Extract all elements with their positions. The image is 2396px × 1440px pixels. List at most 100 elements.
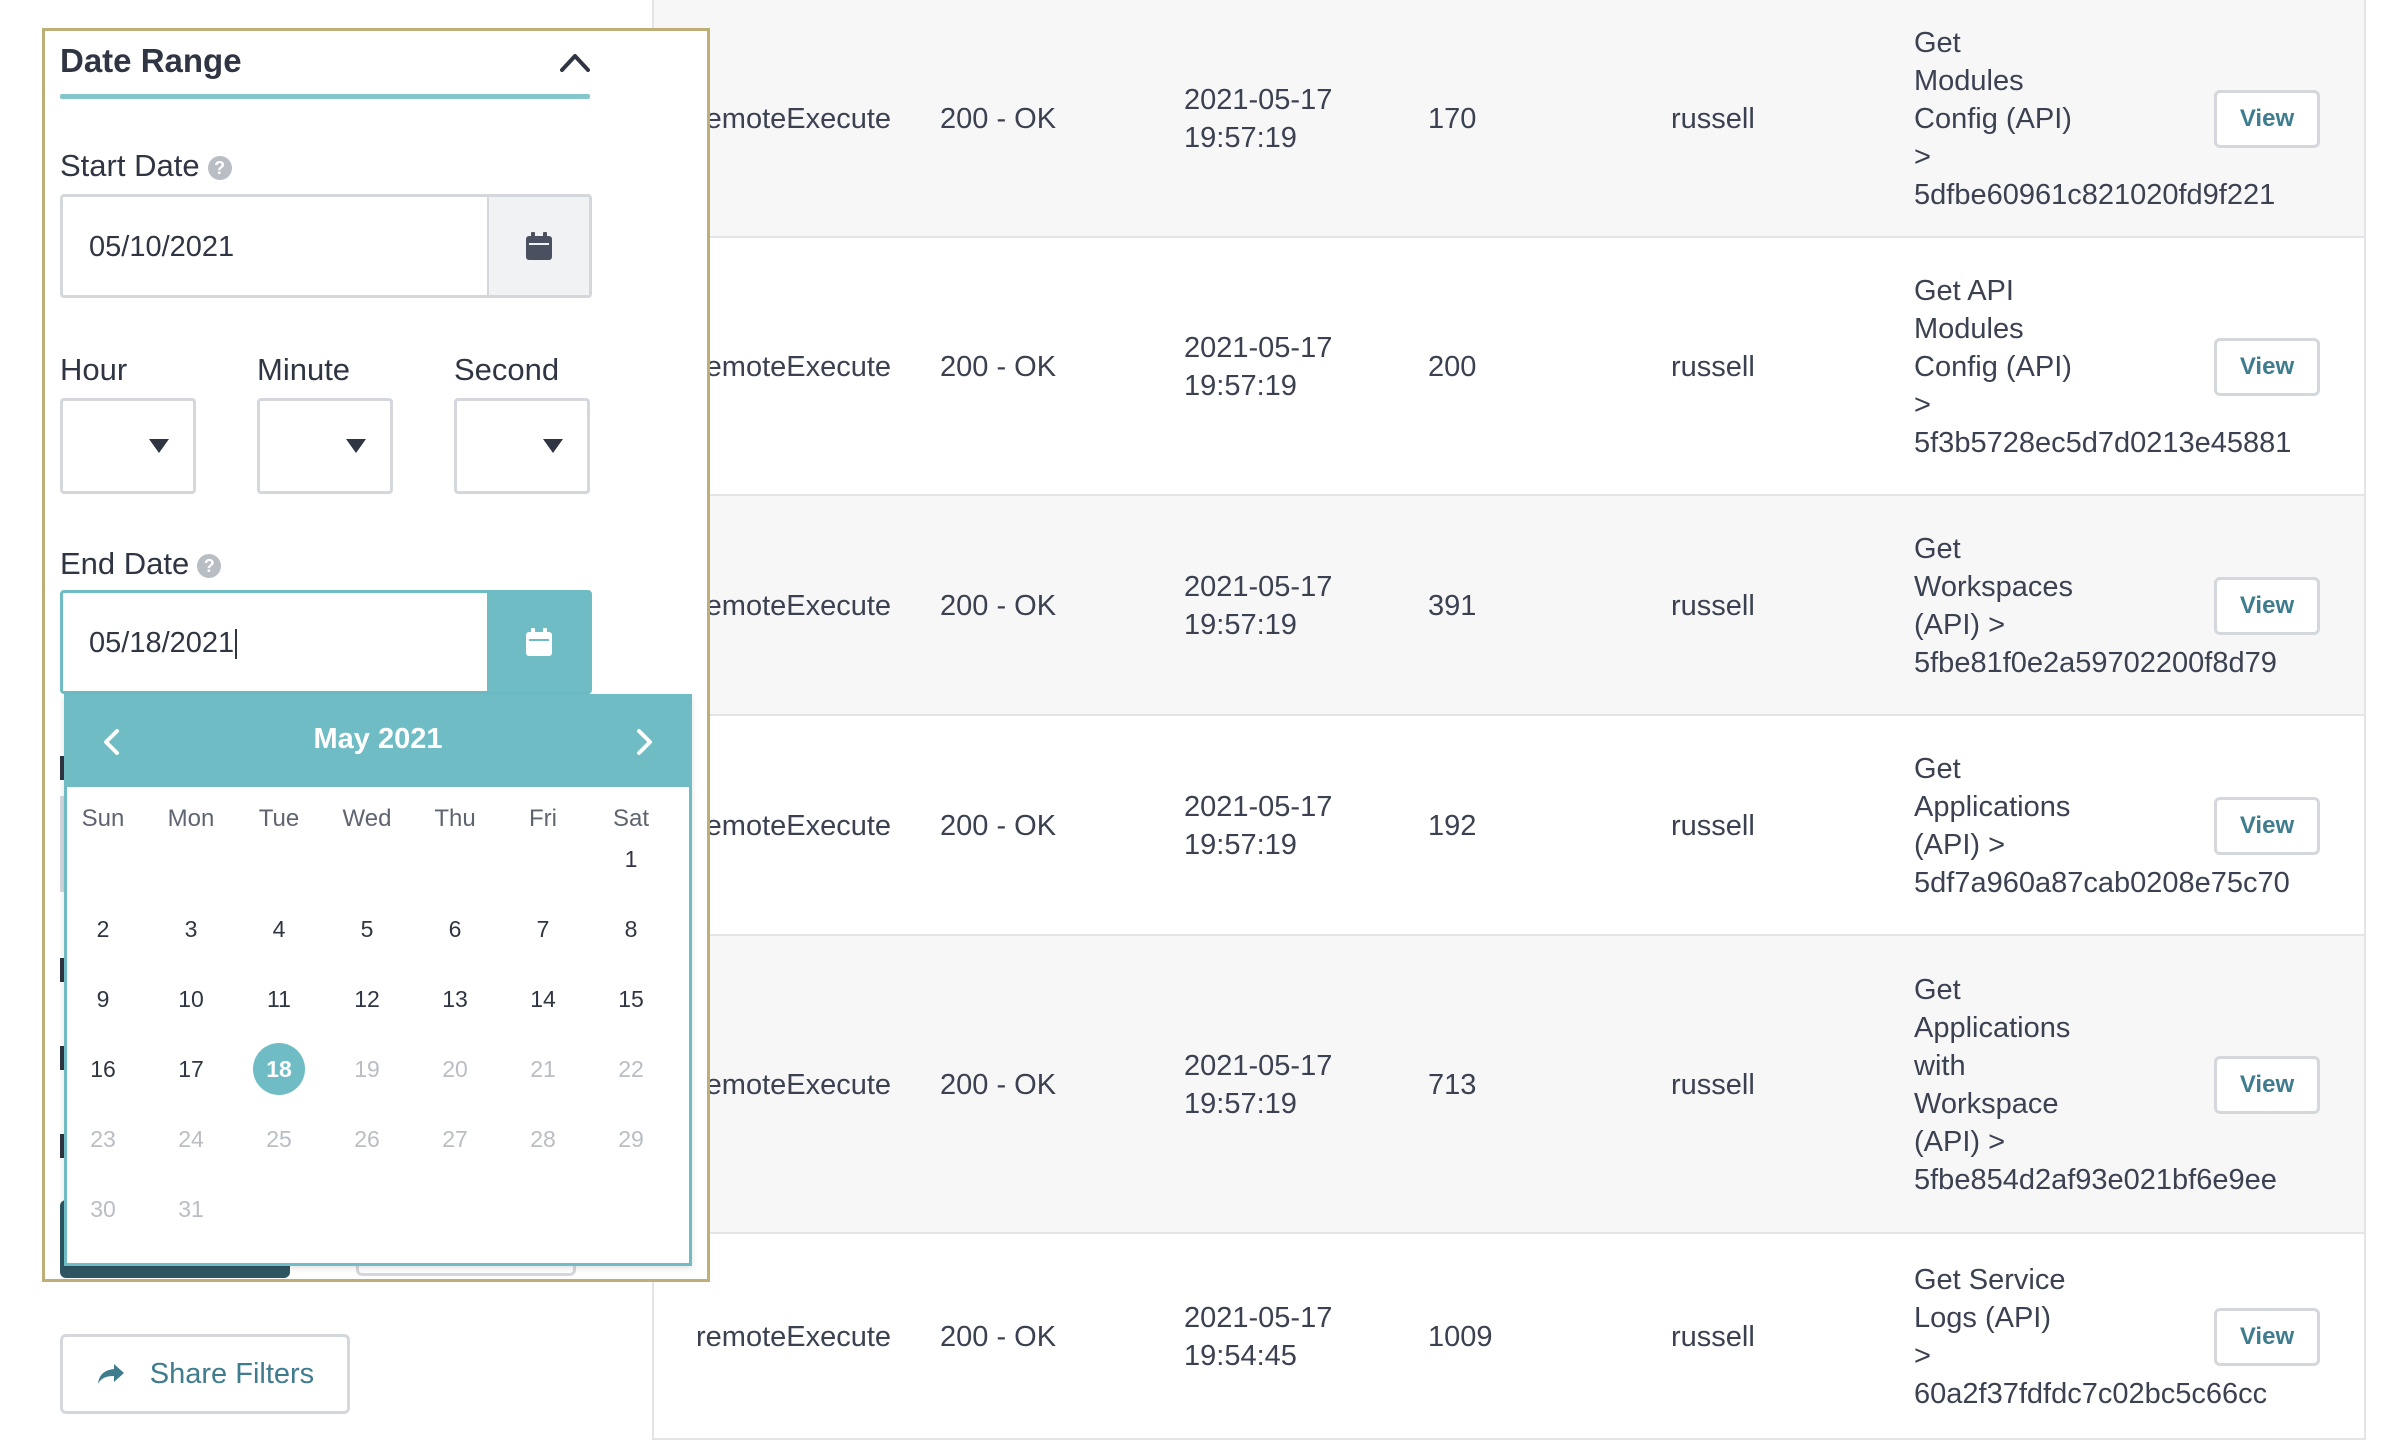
user-cell: russell (1671, 1321, 1755, 1353)
weekday-label: Sat (612, 805, 650, 832)
function-cell: remoteExecute (696, 103, 892, 135)
time-text: 19:57:19 (1184, 370, 1297, 402)
calendar-day-selected[interactable]: 18 (253, 1043, 305, 1095)
description-line: Get (1914, 533, 1961, 565)
end-date-label-text: End Date (60, 546, 190, 581)
calendar-day[interactable]: 10 (165, 973, 217, 1025)
calendar-day: 29 (618, 1126, 644, 1152)
calendar-day[interactable]: 6 (429, 903, 481, 955)
table-row: remoteExecute 200 - OK 2021-05-17 19:57:19 7… (654, 936, 2364, 1234)
time-text: 19:57:19 (1184, 609, 1297, 641)
second-select[interactable] (454, 398, 590, 494)
caret-down-icon (149, 439, 169, 453)
calendar-day: 27 (442, 1126, 468, 1152)
second-label: Second (454, 352, 560, 387)
status-cell: 200 - OK (940, 103, 1057, 135)
function-cell: remoteExecute (696, 1069, 892, 1101)
view-button[interactable]: View (2214, 797, 2320, 855)
date-text: 2021-05-17 (1184, 332, 1333, 364)
status-cell: 200 - OK (940, 810, 1057, 842)
view-button[interactable]: View (2214, 577, 2320, 635)
datetime-cell: 2021-05-17 19:57:19 (1184, 568, 1332, 644)
description-line: 5f3b5728ec5d7d0213e45881 (1914, 427, 2292, 459)
start-date-label-text: Start Date (60, 148, 200, 183)
hour-label: Hour (60, 352, 128, 387)
function-cell: remoteExecute (696, 351, 892, 383)
calendar-day[interactable]: 1 (605, 833, 657, 885)
time-text: 19:57:19 (1184, 1088, 1297, 1120)
end-date-text: 05/18/2021 (89, 627, 235, 659)
start-date-value[interactable]: 05/10/2021 (89, 231, 234, 264)
hour-select[interactable] (60, 398, 196, 494)
end-date-value[interactable]: 05/18/2021 (89, 627, 238, 660)
share-filters-button[interactable]: Share Filters (60, 1334, 350, 1414)
date-text: 2021-05-17 (1184, 571, 1333, 603)
date-text: 2021-05-17 (1184, 791, 1333, 823)
table-row: remoteExecute 200 - OK 2021-05-17 19:57:19 3… (654, 496, 2364, 716)
calendar-day: 31 (178, 1196, 204, 1222)
duration-cell: 192 (1428, 810, 1477, 842)
calendar-day: 25 (266, 1126, 292, 1152)
calendar-day[interactable]: 2 (77, 903, 129, 955)
description-line: Get (1914, 27, 1961, 59)
description-line: 5df7a960a87cab0208e75c70 (1914, 867, 2290, 899)
end-date-calendar-button[interactable] (487, 593, 589, 691)
status-cell: 200 - OK (940, 1069, 1057, 1101)
calendar-day[interactable]: 11 (253, 973, 305, 1025)
calendar-day[interactable]: 16 (77, 1043, 129, 1095)
description-line: 60a2f37fdfdc7c02bc5c66cc (1914, 1378, 2268, 1410)
calendar-day[interactable]: 9 (77, 973, 129, 1025)
caret-down-icon (346, 439, 366, 453)
calendar-day[interactable]: 14 (517, 973, 569, 1025)
calendar-day[interactable]: 12 (341, 973, 393, 1025)
view-button[interactable]: View (2214, 90, 2320, 148)
view-button[interactable]: View (2214, 338, 2320, 396)
date-text: 2021-05-17 (1184, 1050, 1333, 1082)
chevron-up-icon[interactable] (558, 50, 592, 74)
calendar-day[interactable]: 4 (253, 903, 305, 955)
calendar-day: 30 (90, 1196, 116, 1222)
calendar-day: 28 (530, 1126, 556, 1152)
table-row: remoteExecute 200 - OK 2021-05-17 19:57:19 2… (654, 238, 2364, 496)
chevron-right-icon[interactable] (629, 727, 659, 757)
calendar-day[interactable]: 8 (605, 903, 657, 955)
end-date-field[interactable]: 05/18/2021 (60, 590, 592, 694)
time-text: 19:57:19 (1184, 829, 1297, 861)
datetime-cell: 2021-05-17 19:57:19 (1184, 329, 1332, 405)
calendar-day: 19 (354, 1056, 380, 1082)
date-text: 2021-05-17 (1184, 1302, 1333, 1334)
minute-label: Minute (257, 352, 351, 387)
calendar-month-label[interactable]: May 2021 (67, 723, 689, 756)
date-text: 2021-05-17 (1184, 84, 1333, 116)
minute-select[interactable] (257, 398, 393, 494)
help-icon[interactable]: ? (207, 155, 232, 180)
duration-cell: 713 (1428, 1069, 1477, 1101)
help-icon[interactable]: ? (197, 553, 222, 578)
description-line: Applications (1914, 1012, 2071, 1044)
calendar-day[interactable]: 15 (605, 973, 657, 1025)
date-range-title[interactable]: Date Range (60, 42, 242, 80)
function-cell: remoteExecute (696, 1321, 892, 1353)
view-button[interactable]: View (2214, 1056, 2320, 1114)
table-row: remoteExecute 200 - OK 2021-05-17 19:57:19 1… (654, 716, 2364, 936)
start-date-field[interactable]: 05/10/2021 (60, 194, 592, 298)
start-date-label: Start Date? (60, 148, 232, 184)
start-date-calendar-button[interactable] (487, 197, 589, 295)
calendar-day: 21 (530, 1056, 556, 1082)
calendar-day[interactable]: 3 (165, 903, 217, 955)
view-button[interactable]: View (2214, 1308, 2320, 1366)
end-date-label: End Date? (60, 546, 222, 582)
calendar-day: 20 (442, 1056, 468, 1082)
calendar-day: 22 (618, 1056, 644, 1082)
calendar-day[interactable]: 7 (517, 903, 569, 955)
duration-cell: 200 (1428, 351, 1477, 383)
description-line: Get (1914, 753, 1961, 785)
share-filters-label: Share Filters (149, 1357, 315, 1390)
description-line: (API) > (1914, 1126, 2006, 1158)
calendar-day[interactable]: 5 (341, 903, 393, 955)
weekday-label: Fri (529, 805, 557, 832)
calendar-day[interactable]: 17 (165, 1043, 217, 1095)
weekday-label: Sun (81, 805, 125, 832)
calendar-day[interactable]: 13 (429, 973, 481, 1025)
log-table: remoteExecute 200 - OK 2021-05-17 19:57:19 1… (652, 0, 2366, 1440)
